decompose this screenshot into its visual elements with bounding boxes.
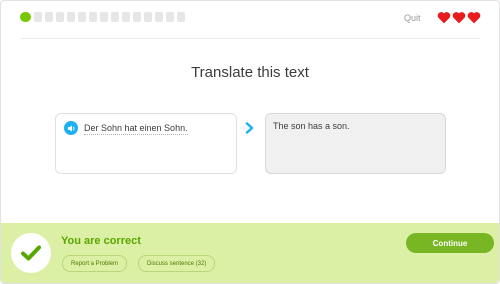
progress-segment xyxy=(56,12,64,22)
lesson-progress-bar xyxy=(20,12,185,22)
progress-segment xyxy=(177,12,185,22)
speaker-icon[interactable] xyxy=(64,121,78,135)
checkmark-icon xyxy=(11,233,51,273)
heart-icon xyxy=(437,12,451,24)
continue-button[interactable]: Continue xyxy=(406,233,494,253)
source-sentence-box: Der Sohn hat einen Sohn. xyxy=(55,113,237,174)
page-title: Translate this text xyxy=(191,64,309,81)
progress-segment xyxy=(122,12,130,22)
result-banner: You are correct Report a Problem Discuss… xyxy=(1,223,499,283)
hearts-lives xyxy=(437,11,481,24)
heart-icon xyxy=(452,12,466,24)
progress-segment xyxy=(155,12,163,22)
report-problem-button[interactable]: Report a Problem xyxy=(62,255,128,272)
header-divider xyxy=(20,38,480,39)
heart-icon xyxy=(467,12,481,24)
discuss-sentence-button[interactable]: Discuss sentence (32) xyxy=(138,255,216,272)
translation-answer-box[interactable]: The son has a son. xyxy=(265,113,446,174)
progress-segment xyxy=(89,12,97,22)
progress-segment xyxy=(111,12,119,22)
chevron-right-icon xyxy=(245,121,255,139)
progress-segment xyxy=(67,12,75,22)
progress-segment-completed xyxy=(20,12,31,22)
progress-segment xyxy=(34,12,42,22)
progress-segment xyxy=(133,12,141,22)
source-sentence-text[interactable]: Der Sohn hat einen Sohn. xyxy=(84,123,188,135)
quit-link[interactable]: Quit xyxy=(404,13,421,23)
translation-answer-text: The son has a son. xyxy=(273,121,350,131)
progress-segment xyxy=(100,12,108,22)
progress-segment xyxy=(166,12,174,22)
progress-segment xyxy=(45,12,53,22)
result-message: You are correct xyxy=(61,235,141,247)
progress-segment xyxy=(78,12,86,22)
progress-segment xyxy=(144,12,152,22)
